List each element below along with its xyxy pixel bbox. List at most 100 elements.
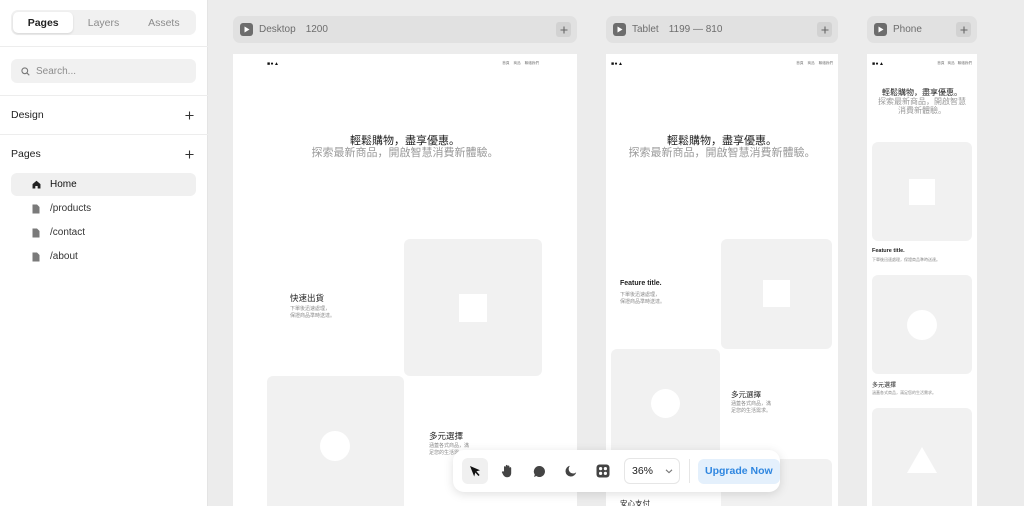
page-item-products[interactable]: /products xyxy=(11,197,196,220)
nav-item[interactable]: 聯絡我們 xyxy=(819,61,833,66)
feature-title: 安心支付 xyxy=(620,499,650,506)
feature-title: Feature title. xyxy=(620,280,662,287)
frame-name: Desktop xyxy=(259,24,296,35)
phone-frame-header[interactable]: Phone xyxy=(867,16,977,43)
plus-icon xyxy=(821,26,828,33)
dark-mode-button[interactable] xyxy=(558,458,584,484)
design-section: Design xyxy=(11,107,196,123)
add-breakpoint-button[interactable] xyxy=(556,22,571,37)
phone-frame[interactable]: ■●▲ 首頁 商品 聯絡我們 輕鬆購物，盡享優惠。 探索最新商品，開啟智慧 消費… xyxy=(867,54,977,506)
page-item-home[interactable]: Home xyxy=(11,173,196,196)
triangle-shape xyxy=(907,447,937,473)
apps-button[interactable] xyxy=(590,458,616,484)
play-icon[interactable] xyxy=(874,23,887,36)
nav-item[interactable]: 首頁 xyxy=(502,61,509,66)
feature-desc: 涵蓋各式商品，滿足您的生活需求。 xyxy=(872,390,936,395)
play-icon[interactable] xyxy=(613,23,626,36)
site-logo: ■●▲ xyxy=(872,61,885,67)
file-icon xyxy=(32,228,40,237)
sidebar-tabs: Pages Layers Assets xyxy=(11,10,196,35)
nav-item[interactable]: 聯絡我們 xyxy=(958,61,972,66)
square-shape xyxy=(763,280,790,307)
file-icon xyxy=(32,252,40,261)
hero-subtitle: 探索最新商品，開啟智慧消費新體驗。 xyxy=(628,146,816,159)
upgrade-button[interactable]: Upgrade Now xyxy=(698,458,780,484)
plus-icon xyxy=(184,149,194,159)
site-nav: 首頁 商品 聯絡我們 xyxy=(502,61,539,66)
feature-image xyxy=(872,142,972,241)
feature-desc-line: 下單後迅速處理， xyxy=(620,292,661,298)
apps-icon xyxy=(596,464,610,478)
select-tool-button[interactable] xyxy=(462,458,488,484)
tablet-frame-header[interactable]: Tablet 1199 — 810 xyxy=(606,16,838,43)
frame-name: Phone xyxy=(893,24,922,35)
feature-desc-line: 下單後迅速處理， xyxy=(290,306,331,312)
toolbar-divider xyxy=(689,459,690,483)
add-design-button[interactable] xyxy=(182,108,196,122)
divider xyxy=(0,46,208,47)
hero-subtitle: 探索最新商品，開啟智慧消費新體驗。 xyxy=(311,146,499,159)
square-shape xyxy=(909,179,935,205)
tablet-frame[interactable]: ■●▲ 首頁 商品 聯絡我們 輕鬆購物，盡享優惠。 探索最新商品，開啟智慧消費新… xyxy=(606,54,838,506)
feature-desc-line: 足您的生活需求。 xyxy=(731,407,772,414)
frame-size: 1200 xyxy=(305,24,328,35)
search-icon xyxy=(21,66,30,76)
nav-item[interactable]: 商品 xyxy=(513,61,520,66)
tab-assets[interactable]: Assets xyxy=(134,12,194,33)
feature-title: 多元選擇 xyxy=(872,382,897,389)
feature-desc: 下單後迅速處理，保證商品準時送達。 xyxy=(872,257,940,262)
plus-icon xyxy=(960,26,967,33)
page-item-about[interactable]: /about xyxy=(11,245,196,268)
search-input[interactable] xyxy=(36,65,176,77)
hero-subtitle: 探索最新商品，開啟智慧 消費新體驗。 xyxy=(867,97,977,115)
frame-size: 1199 — 810 xyxy=(668,24,723,35)
nav-item[interactable]: 商品 xyxy=(947,61,954,66)
divider xyxy=(0,134,208,135)
feature-title: 多元選擇 xyxy=(429,432,464,442)
circle-shape xyxy=(651,389,680,418)
desktop-frame-header[interactable]: Desktop 1200 xyxy=(233,16,577,43)
pages-label: Pages xyxy=(11,148,41,160)
plus-icon xyxy=(560,26,567,33)
feature-image xyxy=(611,349,720,459)
hand-icon xyxy=(501,464,511,478)
zoom-select[interactable]: 36% xyxy=(624,458,680,484)
add-breakpoint-button[interactable] xyxy=(956,22,971,37)
nav-item[interactable]: 首頁 xyxy=(796,61,803,66)
feature-desc: 下單後迅速處理， 保證商品準時送達。 xyxy=(290,306,335,320)
add-breakpoint-button[interactable] xyxy=(817,22,832,37)
nav-item[interactable]: 商品 xyxy=(807,61,814,66)
feature-desc-line: 涵蓋各式商品，滿 xyxy=(731,401,772,407)
feature-image xyxy=(267,376,404,506)
circle-shape xyxy=(907,310,937,340)
feature-desc: 涵蓋各式商品，滿 足您的生活需求。 xyxy=(731,401,771,415)
site-logo: ■●▲ xyxy=(267,61,280,67)
plus-icon xyxy=(184,110,194,120)
hero-subtitle-line: 消費新體驗。 xyxy=(898,106,946,116)
feature-image xyxy=(721,239,832,349)
nav-item[interactable]: 首頁 xyxy=(937,61,944,66)
feature-title: Feature title. xyxy=(872,248,905,254)
page-item-contact[interactable]: /contact xyxy=(11,221,196,244)
hand-tool-button[interactable] xyxy=(494,458,520,484)
add-page-button[interactable] xyxy=(182,147,196,161)
site-nav: 首頁 商品 聯絡我們 xyxy=(937,61,972,66)
frame-name: Tablet xyxy=(632,24,659,35)
feature-desc-line: 涵蓋各式商品，滿 xyxy=(429,443,470,449)
search-box[interactable] xyxy=(11,59,196,83)
square-shape xyxy=(459,294,487,322)
feature-desc-line: 保證商品準時送達。 xyxy=(290,312,336,319)
circle-shape xyxy=(320,431,350,461)
tab-layers[interactable]: Layers xyxy=(73,12,133,33)
pointer-icon xyxy=(470,465,480,476)
feature-title: 多元選擇 xyxy=(731,390,761,399)
comment-tool-button[interactable] xyxy=(526,458,552,484)
tab-pages[interactable]: Pages xyxy=(13,12,74,33)
desktop-frame[interactable]: ■●▲ 首頁 商品 聯絡我們 輕鬆購物，盡享優惠。 探索最新商品，開啟智慧消費新… xyxy=(233,54,577,506)
chevron-down-icon xyxy=(665,469,673,474)
pages-section: Pages xyxy=(11,146,196,162)
play-icon[interactable] xyxy=(240,23,253,36)
nav-item[interactable]: 聯絡我們 xyxy=(525,61,539,66)
feature-image xyxy=(872,408,972,506)
moon-icon xyxy=(565,465,577,477)
